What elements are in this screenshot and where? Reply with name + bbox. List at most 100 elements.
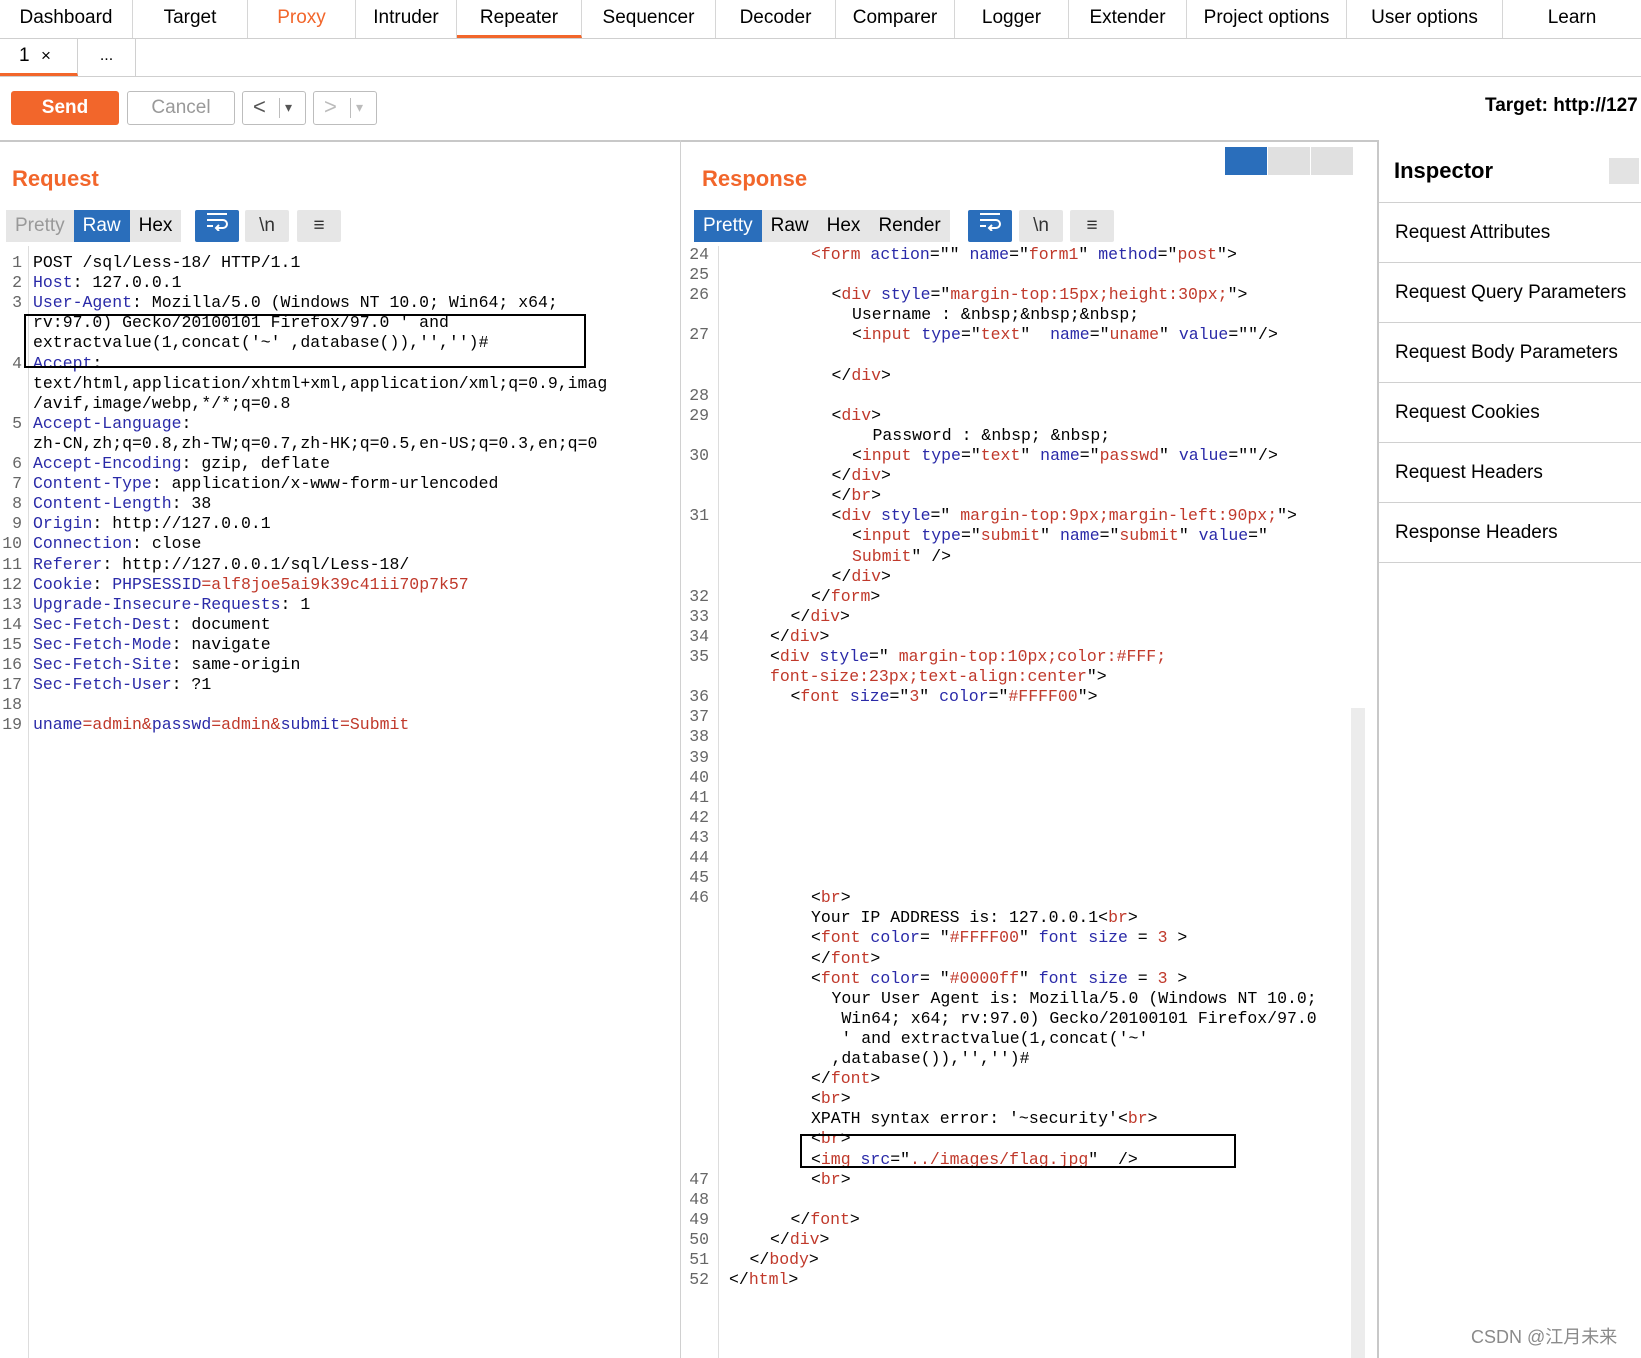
code-token: div: [789, 1229, 820, 1249]
tab-dashboard[interactable]: Dashboard: [0, 0, 133, 38]
code-token: </: [811, 1069, 831, 1089]
line-number: 7: [12, 474, 22, 494]
code-token: br: [820, 1169, 841, 1189]
code-token: value: [1198, 526, 1249, 546]
inspector-request-attributes[interactable]: Request Attributes: [1379, 203, 1641, 263]
cancel-button[interactable]: Cancel: [127, 91, 235, 125]
code-line: <br>: [811, 888, 851, 907]
tab-learn[interactable]: Learn: [1503, 0, 1641, 38]
tab-user-options[interactable]: User options: [1347, 0, 1503, 38]
response-mode-pretty[interactable]: Pretty: [694, 210, 762, 242]
newline-icon[interactable]: \n: [1019, 210, 1063, 242]
code-line: Accept-Encoding: gzip, deflate: [33, 454, 330, 473]
code-token: #FFFF00: [1008, 687, 1078, 707]
code-token: ' and extractvalue(1,concat('~': [831, 1028, 1149, 1048]
layout-side-by-side-button[interactable]: [1225, 147, 1267, 175]
menu-icon[interactable]: ≡: [1070, 210, 1114, 242]
tab-repeater[interactable]: Repeater: [457, 0, 582, 38]
chevron-down-icon[interactable]: ▾: [285, 92, 292, 122]
code-token: br: [851, 486, 872, 506]
code-token: div: [841, 405, 872, 425]
code-token: size: [1088, 968, 1128, 988]
line-number: 6: [12, 454, 22, 473]
tab-decoder[interactable]: Decoder: [716, 0, 836, 38]
response-scrollbar[interactable]: [1351, 708, 1365, 1358]
request-mode-pretty[interactable]: Pretty: [6, 210, 74, 242]
code-line: Referer: http://127.0.0.1/sql/Less-18/: [33, 555, 409, 574]
request-editor[interactable]: 1 POST /sql/Less-18/ HTTP/1.1 2 Host: 127.0…: [0, 253, 665, 1358]
code-token: value: [1178, 446, 1229, 465]
tab-logger[interactable]: Logger: [955, 0, 1069, 38]
close-icon[interactable]: ×: [41, 38, 51, 74]
chevron-down-icon[interactable]: ▾: [356, 92, 363, 122]
response-mode-render[interactable]: Render: [869, 210, 950, 242]
forward-button[interactable]: > ▾: [313, 91, 377, 125]
request-mode-raw[interactable]: Raw: [73, 210, 130, 242]
tab-sequencer[interactable]: Sequencer: [582, 0, 716, 38]
send-button[interactable]: Send: [11, 91, 119, 125]
repeater-tab-label: 1: [19, 45, 30, 66]
wrap-icon[interactable]: [968, 210, 1012, 242]
code-line: <font color= "#FFFF00" font size = 3 >: [811, 928, 1187, 947]
wrap-icon[interactable]: [195, 210, 239, 242]
tab-target[interactable]: Target: [133, 0, 248, 38]
line-number: 49: [689, 1209, 709, 1229]
request-mode-hex[interactable]: Hex: [129, 210, 182, 242]
tab-proxy[interactable]: Proxy: [248, 0, 356, 38]
code-token: <: [811, 968, 821, 988]
code-line: </div>: [791, 607, 850, 626]
tab-intruder[interactable]: Intruder: [356, 0, 457, 38]
response-title: Response: [702, 166, 808, 191]
collapse-icon[interactable]: [1609, 158, 1639, 184]
code-token: </: [770, 626, 790, 646]
tab-project-options[interactable]: Project options: [1187, 0, 1347, 38]
code-line: </div>: [832, 567, 891, 586]
line-number: 46: [689, 888, 709, 908]
repeater-tab-1[interactable]: 1 ×: [0, 38, 78, 76]
code-token: =": [889, 687, 910, 707]
code-token: : ?1: [171, 675, 212, 695]
code-token: type: [921, 325, 961, 345]
code-token: Sec-Fetch-Dest: [33, 614, 172, 634]
code-line: <input type="text" name="uname" value=""…: [852, 325, 1278, 344]
response-mode-hex[interactable]: Hex: [817, 210, 870, 242]
response-mode-raw[interactable]: Raw: [761, 210, 818, 242]
inspector-request-query-parameters[interactable]: Request Query Parameters: [1379, 263, 1641, 323]
code-token: div: [851, 466, 882, 486]
code-token: </: [831, 486, 852, 506]
line-number: 13: [2, 594, 22, 614]
tab-comparer[interactable]: Comparer: [836, 0, 955, 38]
target-label[interactable]: Target: http://127: [1485, 95, 1638, 117]
inspector-request-body-parameters[interactable]: Request Body Parameters: [1379, 323, 1641, 383]
code-token: div: [841, 506, 882, 526]
code-line: POST /sql/Less-18/ HTTP/1.1: [33, 253, 300, 272]
line-number: 28: [689, 385, 709, 405]
code-token: <: [831, 405, 842, 425]
back-button[interactable]: < ▾: [242, 91, 306, 125]
request-mode-bar: Pretty Raw Hex: [6, 210, 182, 242]
line-number: 37: [689, 707, 709, 727]
new-tab-button[interactable]: ...: [78, 38, 136, 76]
newline-icon[interactable]: \n: [245, 210, 289, 242]
request-title: Request: [12, 166, 99, 191]
code-token: br: [1127, 1109, 1148, 1129]
layout-tabs-button[interactable]: [1311, 147, 1353, 175]
code-line: <div style=" margin-top:9px;margin-left:…: [832, 506, 1297, 525]
code-token: value: [1178, 325, 1229, 345]
code-line: <input type="text" name="passwd" value="…: [852, 446, 1278, 465]
code-token: Sec-Fetch-User: [33, 675, 172, 695]
code-token: <: [852, 325, 862, 345]
inspector-request-headers[interactable]: Request Headers: [1379, 443, 1641, 503]
menu-icon[interactable]: ≡: [297, 210, 341, 242]
code-token: :: [92, 574, 113, 594]
code-token: ="": [929, 245, 970, 264]
code-token: ": [1018, 928, 1039, 948]
code-token: <: [852, 446, 862, 465]
inspector-response-headers[interactable]: Response Headers: [1379, 503, 1641, 563]
tab-extender[interactable]: Extender: [1069, 0, 1187, 38]
inspector-request-cookies[interactable]: Request Cookies: [1379, 383, 1641, 443]
code-token: <: [811, 888, 821, 908]
layout-stacked-button[interactable]: [1268, 147, 1310, 175]
code-line: <font color= "#0000ff" font size = 3 >: [811, 969, 1187, 988]
response-editor[interactable]: 24 <form action="" name="form1" method="p…: [681, 245, 1351, 1358]
